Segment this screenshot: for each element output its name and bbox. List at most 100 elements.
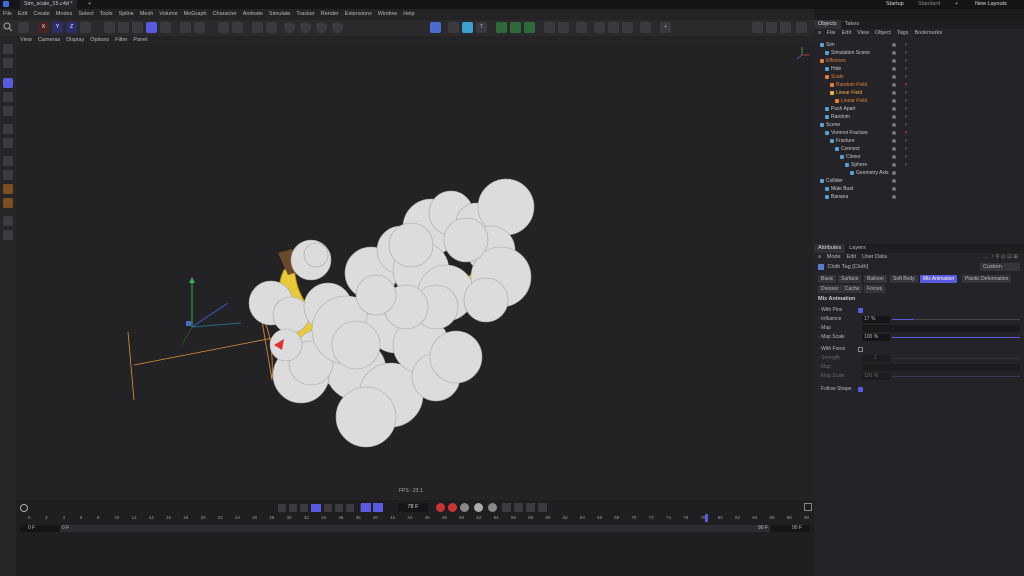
strength-field[interactable]: 1 <box>862 355 890 362</box>
map-scale2-field[interactable]: 100 % <box>862 373 890 380</box>
enabled-check-icon[interactable]: ✓ <box>904 137 908 145</box>
sculpt-tool-icon[interactable] <box>3 230 13 240</box>
visibility-dot-icon[interactable] <box>892 115 896 119</box>
search-icon[interactable] <box>3 22 13 32</box>
object-row[interactable]: Linear Field ✓ <box>814 97 1024 105</box>
subtab-mix-animation[interactable]: Mix Animation <box>920 275 958 283</box>
menu-render[interactable]: Render <box>321 9 339 20</box>
material-icon[interactable] <box>640 22 651 33</box>
attributes-menu-user-data[interactable]: User Data <box>862 254 887 260</box>
menu-mesh[interactable]: Mesh <box>140 9 153 20</box>
key-position-icon[interactable] <box>474 503 483 512</box>
extrude-tool-icon[interactable] <box>3 184 13 194</box>
object-name[interactable]: Voronoi Fracture <box>831 129 868 137</box>
key-param-icon[interactable] <box>514 503 523 512</box>
menu-create[interactable]: Create <box>33 9 50 20</box>
menu-file[interactable]: File <box>3 9 12 20</box>
transform-tool-icon[interactable] <box>3 124 13 134</box>
disabled-cross-icon[interactable]: ✕ <box>904 129 908 137</box>
object-name[interactable]: Geometry Axis <box>856 169 889 177</box>
next-frame-icon[interactable] <box>324 504 332 512</box>
object-row[interactable]: Collider <box>814 177 1024 185</box>
add-plus-icon[interactable]: + <box>660 22 671 33</box>
attributes-menu-mode[interactable]: Mode <box>827 254 841 260</box>
object-row[interactable]: Simulation Scene ✓ <box>814 49 1024 57</box>
follow-shape-checkbox[interactable] <box>858 387 863 392</box>
subdivision-icon[interactable] <box>462 22 473 33</box>
visibility-dot-icon[interactable] <box>892 139 896 143</box>
viewport-menu-display[interactable]: Display <box>66 36 84 45</box>
enabled-check-icon[interactable]: ✓ <box>904 89 908 97</box>
object-name[interactable]: Push Apart <box>831 105 855 113</box>
visibility-dot-icon[interactable] <box>892 123 896 127</box>
object-row[interactable]: Cloner ✓ <box>814 153 1024 161</box>
menu-simulate[interactable]: Simulate <box>269 9 290 20</box>
render-picture-viewer-icon[interactable] <box>300 22 311 33</box>
object-name[interactable]: Male Bust <box>831 185 853 193</box>
menu-extensions[interactable]: Extensions <box>345 9 372 20</box>
keyframe-mode-icon[interactable] <box>20 504 28 512</box>
pause-button-icon[interactable] <box>311 504 321 512</box>
scale-tool-icon[interactable] <box>3 106 13 116</box>
selection-tool-icon[interactable] <box>3 44 13 54</box>
effector-icon[interactable] <box>524 22 535 33</box>
objects-menu-view[interactable]: View <box>857 30 869 36</box>
menu-volume[interactable]: Volume <box>159 9 177 20</box>
polygon-mode-icon[interactable] <box>132 22 143 33</box>
objects-menu-icon[interactable]: ≡ <box>818 30 821 36</box>
object-name[interactable]: Scale <box>831 73 844 81</box>
menu-window[interactable]: Window <box>378 9 398 20</box>
object-name[interactable]: Collider <box>826 177 843 185</box>
live-select-icon[interactable] <box>3 58 13 68</box>
visibility-dot-icon[interactable] <box>892 43 896 47</box>
visibility-dot-icon[interactable] <box>892 75 896 79</box>
visibility-dot-icon[interactable] <box>892 59 896 63</box>
current-frame-field[interactable]: 78 F <box>398 503 428 512</box>
visibility-dot-icon[interactable] <box>892 67 896 71</box>
undo-icon[interactable] <box>18 22 29 33</box>
object-row[interactable]: Push Apart ✓ <box>814 105 1024 113</box>
viewport-menu-panel[interactable]: Panel <box>133 36 147 45</box>
object-row[interactable]: Effectors ✓ <box>814 57 1024 65</box>
enabled-check-icon[interactable]: ✓ <box>904 145 908 153</box>
enabled-check-icon[interactable]: ✓ <box>904 49 908 57</box>
object-name[interactable]: Simulation Scene <box>831 49 870 57</box>
object-row[interactable]: Scene ✓ <box>814 121 1024 129</box>
map-link-field[interactable] <box>862 325 1020 332</box>
text-tool-icon[interactable]: T <box>476 22 487 33</box>
object-name[interactable]: Cloner <box>846 153 861 161</box>
object-name[interactable]: Scene <box>826 121 840 129</box>
add-layout-plus-icon[interactable]: + <box>955 0 958 9</box>
key-rotation-icon[interactable] <box>488 503 497 512</box>
enabled-check-icon[interactable]: ✓ <box>904 41 908 49</box>
snap-icon[interactable] <box>232 22 243 33</box>
magnet-icon[interactable] <box>218 22 229 33</box>
key-pla-icon[interactable] <box>526 503 535 512</box>
object-row[interactable]: Connect ✓ <box>814 145 1024 153</box>
fps-sync-icon[interactable] <box>373 503 383 512</box>
object-row[interactable]: Random Field ✕ <box>814 81 1024 89</box>
enabled-check-icon[interactable]: ✓ <box>904 113 908 121</box>
menu-select[interactable]: Select <box>78 9 93 20</box>
document-tab[interactable]: Sim_scale_15.c4d * <box>20 0 77 9</box>
object-name[interactable]: Random Field <box>836 81 867 89</box>
visibility-dot-icon[interactable] <box>892 83 896 87</box>
subtab-dresser[interactable]: Dresser <box>818 285 842 293</box>
coordinate-system-icon[interactable] <box>80 22 91 33</box>
subtab-soft-body[interactable]: Soft Body <box>890 275 918 283</box>
object-row[interactable]: Banana <box>814 193 1024 201</box>
subtab-basic[interactable]: Basic <box>818 275 837 283</box>
spline-pen-icon[interactable] <box>448 22 459 33</box>
new-layouts-button[interactable]: New Layouts <box>975 0 1007 9</box>
enabled-check-icon[interactable]: ✓ <box>904 97 908 105</box>
layout-standard[interactable]: Standard <box>918 0 940 9</box>
menu-tools[interactable]: Tools <box>100 9 113 20</box>
object-name[interactable]: Fracture <box>836 137 855 145</box>
tab-objects[interactable]: Objects <box>814 20 841 29</box>
object-name[interactable]: Sphere <box>851 161 867 169</box>
menu-tracker[interactable]: Tracker <box>296 9 314 20</box>
map-scale-field[interactable]: 100 % <box>862 334 890 341</box>
render-settings-icon[interactable] <box>316 22 327 33</box>
visibility-dot-icon[interactable] <box>892 155 896 159</box>
fracture-icon[interactable] <box>510 22 521 33</box>
